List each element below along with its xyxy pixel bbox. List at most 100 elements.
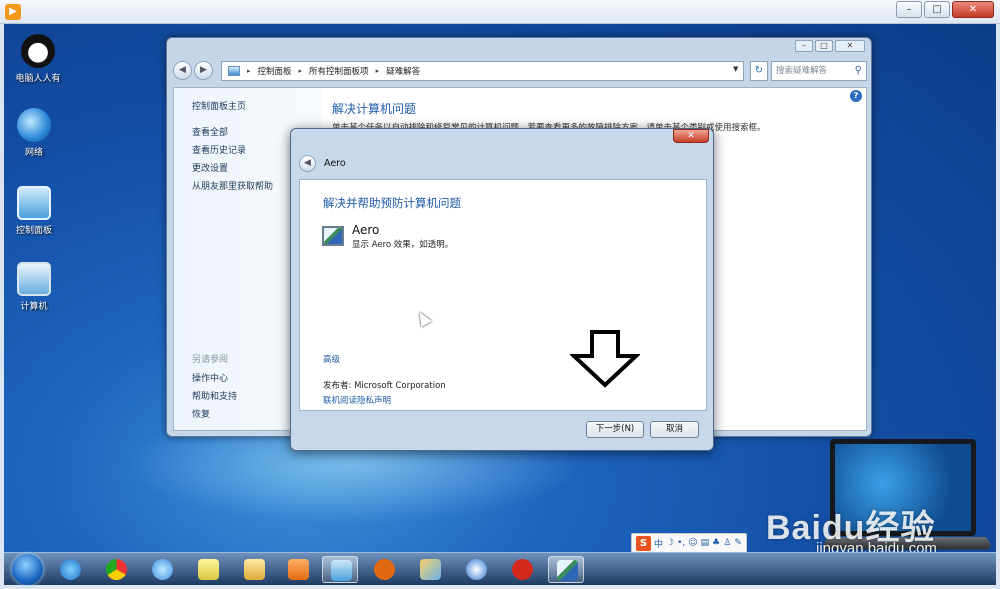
back-button[interactable]: ◀ bbox=[173, 61, 192, 80]
address-bar[interactable]: ▸ 控制面板 ▸ 所有控制面板项 ▸ 疑难解答 bbox=[221, 61, 744, 81]
ie-icon bbox=[60, 559, 81, 580]
moon-icon[interactable]: ☽ bbox=[666, 538, 674, 548]
sidebar-link-home[interactable]: 控制面板主页 bbox=[192, 99, 246, 112]
paint-icon bbox=[420, 559, 441, 580]
dialog-close-button[interactable]: ✕ bbox=[673, 129, 709, 143]
panda-icon bbox=[21, 34, 55, 68]
desktop-icon-label: 计算机 bbox=[20, 302, 48, 312]
back-arrow-icon[interactable]: ◀ bbox=[299, 155, 316, 172]
search-input[interactable]: 搜索疑难解答 ⚲ bbox=[771, 61, 867, 81]
help-icon[interactable]: ? bbox=[850, 90, 862, 102]
desktop-icon-computer[interactable]: 计算机 bbox=[4, 262, 66, 312]
dialog-heading: 解决并帮助预防计算机问题 bbox=[323, 196, 461, 210]
sogou-icon[interactable]: S bbox=[636, 535, 651, 551]
privacy-statement-link[interactable]: 联机阅读隐私声明 bbox=[323, 394, 391, 406]
chrome-icon bbox=[106, 559, 127, 580]
breadcrumb-item[interactable]: 所有控制面板项 bbox=[309, 65, 369, 77]
emoji-icon[interactable]: ☺ bbox=[688, 538, 697, 548]
dialog-footer: 下一步(N) 取消 bbox=[299, 414, 707, 444]
cp-close-button[interactable]: ✕ bbox=[835, 40, 865, 52]
maximize-button[interactable]: □ bbox=[924, 1, 950, 18]
app-icon bbox=[466, 559, 487, 580]
chevron-right-icon: ▸ bbox=[375, 67, 380, 75]
sidebar-link-settings[interactable]: 更改设置 bbox=[192, 161, 228, 174]
forward-button[interactable]: ▶ bbox=[194, 61, 213, 80]
start-button[interactable] bbox=[12, 554, 43, 585]
arrow-down-icon bbox=[570, 330, 640, 388]
desktop-icon-panda[interactable]: 电脑人人有 bbox=[6, 34, 70, 84]
user-icon[interactable]: ♙ bbox=[723, 538, 731, 548]
cp-maximize-button[interactable]: □ bbox=[815, 40, 833, 52]
taskbar-ie[interactable] bbox=[52, 556, 88, 583]
folder-icon bbox=[244, 559, 265, 580]
media-player-icon bbox=[288, 559, 309, 580]
sidebar-link-view-all[interactable]: 查看全部 bbox=[192, 125, 228, 138]
next-button[interactable]: 下一步(N) bbox=[586, 421, 644, 438]
cp-minimize-button[interactable]: – bbox=[795, 40, 813, 52]
desktop-icon-network[interactable]: 网络 bbox=[4, 108, 66, 158]
control-panel-icon bbox=[17, 186, 51, 220]
sticky-notes-icon bbox=[198, 559, 219, 580]
player-window: ▶ – □ ✕ 电脑人人有 网络 控制面板 计算机 – □ ✕ ◀ ▶ ▸ 控制… bbox=[0, 0, 1000, 589]
baidu-watermark-url: jingyan.baidu.com bbox=[816, 540, 937, 552]
see-also-help-support[interactable]: 帮助和支持 bbox=[192, 389, 237, 402]
network-icon bbox=[17, 108, 51, 142]
taskbar-control-panel[interactable] bbox=[322, 556, 358, 583]
player-window-controls: – □ ✕ bbox=[896, 1, 994, 18]
troubleshooter-name: Aero bbox=[352, 223, 380, 237]
advanced-link[interactable]: 高级 bbox=[323, 353, 340, 365]
publisher-text: 发布者: Microsoft Corporation bbox=[323, 381, 446, 391]
punctuation-icon[interactable]: •, bbox=[677, 538, 685, 548]
refresh-button[interactable]: ↻ bbox=[750, 61, 768, 81]
sidebar-link-history[interactable]: 查看历史记录 bbox=[192, 143, 246, 156]
skin-icon[interactable]: ♣ bbox=[712, 538, 720, 548]
sidebar-link-friend-help[interactable]: 从朋友那里获取帮助 bbox=[192, 179, 273, 192]
taskbar-media[interactable] bbox=[280, 556, 316, 583]
see-also-recovery[interactable]: 恢复 bbox=[192, 407, 210, 420]
computer-icon bbox=[17, 262, 51, 296]
close-button[interactable]: ✕ bbox=[952, 1, 994, 18]
dialog-title: Aero bbox=[324, 158, 346, 169]
search-icon[interactable]: ⚲ bbox=[855, 62, 862, 80]
taskbar-app[interactable] bbox=[458, 556, 494, 583]
cancel-button[interactable]: 取消 bbox=[650, 421, 699, 438]
ime-mode[interactable]: 中 bbox=[654, 537, 663, 550]
aero-icon bbox=[557, 560, 578, 581]
control-panel-icon bbox=[228, 66, 240, 76]
dialog-content: 解决并帮助预防计算机问题 Aero 显示 Aero 效果，如透明。 高级 发布者… bbox=[299, 179, 707, 411]
taskbar-explorer[interactable] bbox=[236, 556, 272, 583]
address-bar-row: ◀ ▶ ▸ 控制面板 ▸ 所有控制面板项 ▸ 疑难解答 ▼ ↻ 搜索疑难解答 ⚲ bbox=[173, 59, 867, 83]
minimize-button[interactable]: – bbox=[896, 1, 922, 18]
taskbar-p-app[interactable] bbox=[366, 556, 402, 583]
chevron-down-icon[interactable]: ▼ bbox=[733, 65, 738, 73]
troubleshooter-item: Aero 显示 Aero 效果，如透明。 bbox=[322, 223, 453, 250]
taskbar bbox=[4, 552, 996, 585]
chevron-right-icon: ▸ bbox=[247, 67, 251, 75]
see-also-action-center[interactable]: 操作中心 bbox=[192, 371, 228, 384]
desktop-icon-control-panel[interactable]: 控制面板 bbox=[4, 186, 66, 236]
desktop-icon-label: 控制面板 bbox=[15, 226, 52, 236]
aero-icon bbox=[322, 226, 344, 246]
player-titlebar: ▶ – □ ✕ bbox=[0, 0, 1000, 24]
desktop: 电脑人人有 网络 控制面板 计算机 – □ ✕ ◀ ▶ ▸ 控制面板 ▸ 所有控… bbox=[4, 24, 996, 552]
breadcrumb-item[interactable]: 控制面板 bbox=[258, 65, 292, 77]
breadcrumb-item[interactable]: 疑难解答 bbox=[386, 65, 420, 77]
taskbar-notes[interactable] bbox=[190, 556, 226, 583]
taskbar-troubleshooter[interactable] bbox=[548, 556, 584, 583]
ime-toolbar[interactable]: S 中 ☽ •, ☺ ▤ ♣ ♙ ✎ bbox=[631, 533, 747, 552]
see-also-heading: 另请参阅 bbox=[192, 355, 229, 365]
browser-icon bbox=[152, 559, 173, 580]
chess-icon bbox=[512, 559, 533, 580]
search-placeholder: 搜索疑难解答 bbox=[776, 66, 828, 76]
player-app-icon: ▶ bbox=[5, 4, 21, 20]
control-panel-icon bbox=[331, 560, 352, 581]
taskbar-chrome[interactable] bbox=[98, 556, 134, 583]
keyboard-icon[interactable]: ▤ bbox=[701, 538, 710, 548]
tools-icon[interactable]: ✎ bbox=[734, 538, 742, 548]
taskbar-chess[interactable] bbox=[504, 556, 540, 583]
taskbar-browser[interactable] bbox=[144, 556, 180, 583]
troubleshooter-description: 显示 Aero 效果，如透明。 bbox=[352, 240, 454, 250]
chevron-right-icon: ▸ bbox=[298, 67, 303, 75]
page-title: 解决计算机问题 bbox=[332, 102, 417, 116]
taskbar-paint[interactable] bbox=[412, 556, 448, 583]
